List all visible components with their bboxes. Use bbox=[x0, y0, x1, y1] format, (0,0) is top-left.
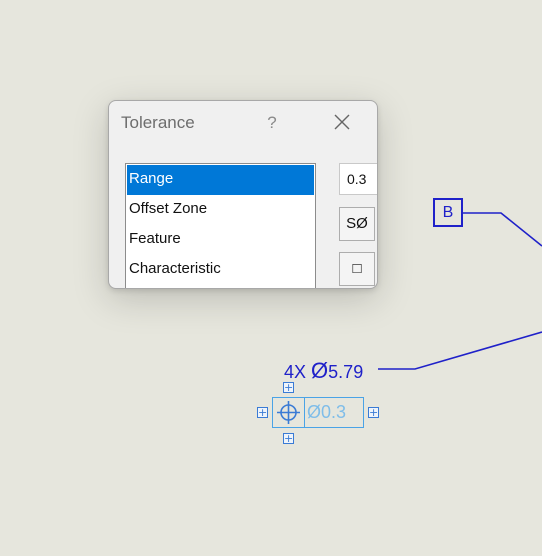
close-button[interactable] bbox=[327, 107, 357, 137]
square-button[interactable]: □ bbox=[339, 252, 375, 286]
fcf-tolerance-value: Ø0.3 bbox=[307, 402, 347, 422]
help-button[interactable]: ? bbox=[259, 110, 285, 136]
handle-right[interactable]: + bbox=[368, 407, 379, 418]
list-item-feature[interactable]: Feature bbox=[127, 225, 314, 255]
dimension-count: 4X bbox=[284, 362, 307, 382]
position-icon bbox=[273, 398, 305, 427]
diameter-symbol: Ø bbox=[311, 358, 329, 383]
hole-dimension-text[interactable]: 4X Ø5.79 bbox=[284, 358, 363, 384]
datum-label: B bbox=[442, 204, 454, 221]
dimension-value: 5.79 bbox=[328, 362, 364, 382]
feature-control-frame[interactable]: Ø0.3 bbox=[272, 397, 364, 428]
dialog-title: Tolerance bbox=[121, 113, 195, 132]
handle-bottom[interactable]: + bbox=[283, 433, 294, 444]
datum-feature-symbol[interactable]: B bbox=[433, 198, 463, 227]
tolerance-value-field[interactable]: 0.3 bbox=[339, 163, 377, 195]
handle-top[interactable]: + bbox=[283, 382, 294, 393]
dialog-titlebar[interactable]: Tolerance ? bbox=[109, 101, 377, 145]
list-item-characteristic[interactable]: Characteristic bbox=[127, 255, 314, 285]
close-icon bbox=[334, 114, 350, 130]
tolerance-dialog: Tolerance ? Range Offset Zone Feature Ch… bbox=[108, 100, 378, 289]
list-item-range[interactable]: Range bbox=[127, 165, 314, 195]
spherical-diameter-button[interactable]: SØ bbox=[339, 207, 375, 241]
tolerance-type-list[interactable]: Range Offset Zone Feature Characteristic bbox=[125, 163, 316, 288]
list-item-offset-zone[interactable]: Offset Zone bbox=[127, 195, 314, 225]
handle-left[interactable]: + bbox=[257, 407, 268, 418]
dimension-leader-line bbox=[378, 331, 542, 370]
datum-leader-line bbox=[463, 212, 542, 247]
